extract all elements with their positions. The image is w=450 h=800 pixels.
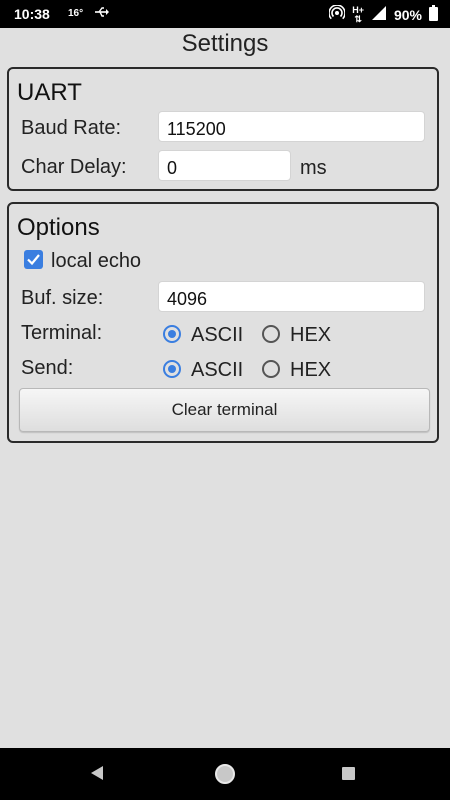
local-echo-label[interactable]: local echo	[51, 250, 141, 273]
page-title: Settings	[181, 30, 269, 57]
terminal-ascii-label[interactable]: ASCII	[191, 324, 243, 347]
buf-size-label: Buf. size:	[21, 287, 104, 309]
send-ascii-label[interactable]: ASCII	[191, 359, 243, 382]
usb-icon	[94, 6, 110, 21]
checkmark-icon	[27, 254, 40, 266]
status-time: 10:38	[14, 6, 50, 22]
home-icon[interactable]	[215, 764, 235, 784]
status-bar: 10:38 16° H+ ⇅ 90%	[0, 0, 450, 28]
terminal-hex-label[interactable]: HEX	[290, 324, 331, 347]
baud-rate-field[interactable]: 115200	[158, 111, 425, 142]
recent-apps-icon[interactable]	[342, 767, 355, 780]
battery-level: 90%	[393, 6, 422, 23]
local-echo-checkbox[interactable]	[24, 250, 43, 269]
send-ascii-radio[interactable]	[163, 360, 181, 378]
network-type-icon: H+ ⇅	[352, 4, 364, 24]
status-right: H+ ⇅ 90%	[328, 4, 438, 24]
network-type-label: H+	[352, 4, 364, 15]
send-label: Send:	[21, 357, 74, 379]
char-delay-field[interactable]: 0	[158, 150, 291, 181]
navigation-bar	[0, 748, 450, 800]
terminal-hex-radio[interactable]	[262, 325, 280, 343]
send-hex-radio[interactable]	[262, 360, 280, 378]
back-icon[interactable]	[89, 765, 105, 786]
terminal-label: Terminal:	[21, 322, 103, 344]
clear-terminal-button[interactable]: Clear terminal	[19, 388, 430, 432]
char-delay-unit: ms	[300, 157, 327, 179]
battery-icon	[429, 5, 438, 24]
buf-size-field[interactable]: 4096	[158, 281, 425, 312]
terminal-ascii-radio[interactable]	[163, 325, 181, 343]
options-group-title: Options	[17, 214, 100, 241]
hotspot-icon	[328, 4, 346, 24]
char-delay-label: Char Delay:	[21, 156, 127, 178]
uart-group-title: UART	[17, 79, 82, 106]
status-temperature: 16°	[68, 8, 84, 19]
baud-rate-label: Baud Rate:	[21, 117, 122, 139]
signal-icon	[371, 5, 387, 24]
send-hex-label[interactable]: HEX	[290, 359, 331, 382]
